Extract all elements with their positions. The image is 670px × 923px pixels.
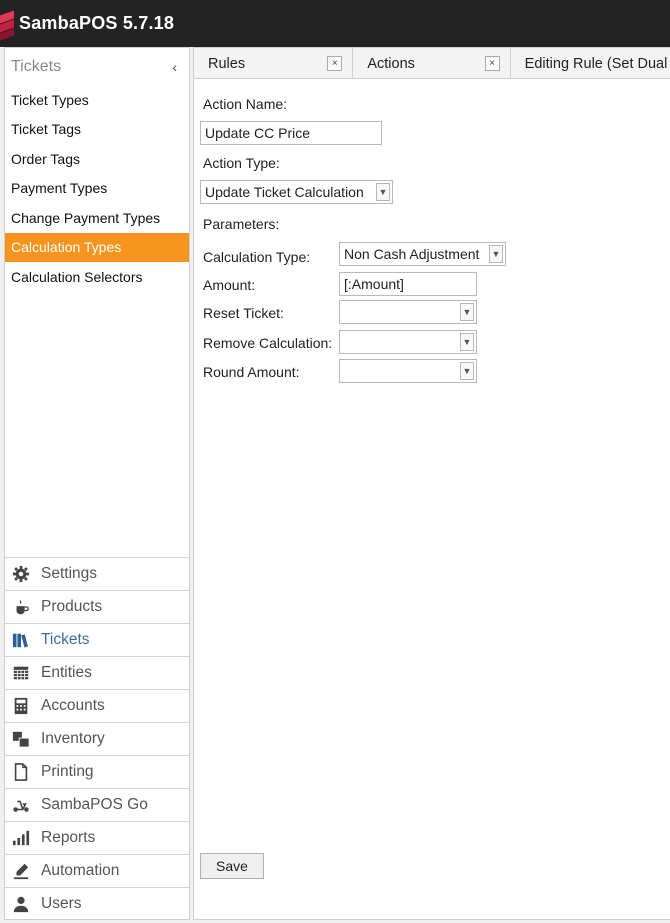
sidebar-item-payment-types[interactable]: Payment Types: [5, 174, 189, 204]
sidebar: Tickets ‹ Ticket Types Ticket Tags Order…: [4, 47, 190, 920]
collapse-chevron-icon[interactable]: ‹: [172, 59, 177, 75]
sidebar-item-ticket-tags[interactable]: Ticket Tags: [5, 115, 189, 145]
calculator-icon: [11, 696, 31, 716]
calculation-type-select[interactable]: Non Cash Adjustment ▼: [339, 242, 506, 266]
module-nav: Settings Products Tickets Entities Accou…: [5, 557, 189, 920]
tab-rules[interactable]: Rules ×: [194, 48, 354, 79]
app-title: SambaPOS 5.7.18: [19, 13, 175, 33]
amount-label: Amount:: [203, 277, 256, 293]
sidebar-item-calculation-types[interactable]: Calculation Types: [5, 232, 189, 262]
pencil-icon: [11, 861, 31, 881]
action-name-input[interactable]: Update CC Price: [200, 121, 382, 145]
nav-item-tickets[interactable]: Tickets: [5, 623, 189, 656]
sambapos-logo-icon: [0, 9, 17, 41]
nav-item-products[interactable]: Products: [5, 590, 189, 623]
nav-item-accounts[interactable]: Accounts: [5, 689, 189, 722]
calculation-type-label: Calculation Type:: [203, 249, 311, 265]
nav-label: Printing: [41, 763, 94, 780]
remove-calculation-select[interactable]: ▼: [339, 330, 477, 354]
nav-label: Settings: [41, 565, 98, 582]
round-amount-label: Round Amount:: [203, 364, 300, 380]
nav-item-automation[interactable]: Automation: [5, 854, 189, 887]
calculation-type-value: Non Cash Adjustment: [344, 246, 480, 262]
nav-label: Automation: [41, 862, 120, 879]
tab-editing-rule[interactable]: Editing Rule (Set Dual: [511, 48, 670, 79]
nav-label: Users: [41, 895, 82, 912]
nav-item-reports[interactable]: Reports: [5, 821, 189, 854]
close-icon[interactable]: ×: [484, 56, 500, 71]
tab-strip: Rules × Actions × Editing Rule (Set Dual: [194, 48, 670, 79]
nav-label: SambaPOS Go: [41, 796, 148, 813]
remove-calculation-label: Remove Calculation:: [203, 335, 333, 351]
save-button[interactable]: Save: [200, 853, 264, 879]
chevron-down-icon[interactable]: ▼: [460, 362, 474, 380]
sidebar-item-change-payment-types[interactable]: Change Payment Types: [5, 203, 189, 233]
nav-label: Entities: [41, 664, 92, 681]
boxes-icon: [11, 729, 31, 749]
user-icon: [11, 894, 31, 914]
nav-item-entities[interactable]: Entities: [5, 656, 189, 689]
scooter-icon: [11, 795, 31, 815]
tab-actions[interactable]: Actions ×: [353, 48, 511, 79]
reset-ticket-select[interactable]: ▼: [339, 300, 477, 324]
action-type-select[interactable]: Update Ticket Calculation ▼: [200, 180, 393, 204]
tab-label: Actions: [367, 55, 415, 72]
nav-label: Inventory: [41, 730, 105, 747]
reset-ticket-label: Reset Ticket:: [203, 305, 284, 321]
nav-label: Reports: [41, 829, 96, 846]
nav-item-users[interactable]: Users: [5, 887, 189, 920]
close-icon[interactable]: ×: [327, 56, 343, 71]
action-type-label: Action Type:: [203, 155, 280, 171]
amount-input[interactable]: [:Amount]: [339, 272, 477, 296]
action-name-label: Action Name:: [203, 96, 288, 112]
sidebar-header: Tickets ‹: [5, 48, 189, 85]
sidebar-header-title: Tickets: [11, 57, 62, 75]
bar-chart-icon: [11, 828, 31, 848]
nav-item-inventory[interactable]: Inventory: [5, 722, 189, 755]
nav-item-settings[interactable]: Settings: [5, 557, 189, 590]
gear-icon: [11, 564, 31, 584]
nav-label: Tickets: [41, 631, 90, 648]
action-type-value: Update Ticket Calculation: [205, 184, 364, 200]
coffee-cup-icon: [11, 597, 31, 617]
chevron-down-icon[interactable]: ▼: [489, 245, 503, 263]
chevron-down-icon[interactable]: ▼: [376, 183, 390, 201]
nav-item-printing[interactable]: Printing: [5, 755, 189, 788]
round-amount-select[interactable]: ▼: [339, 359, 477, 383]
sidebar-item-order-tags[interactable]: Order Tags: [5, 144, 189, 174]
nav-item-sambapos-go[interactable]: SambaPOS Go: [5, 788, 189, 821]
chevron-down-icon[interactable]: ▼: [460, 333, 474, 351]
table-grid-icon: [11, 663, 31, 683]
parameters-label: Parameters:: [203, 216, 280, 232]
sidebar-item-ticket-types[interactable]: Ticket Types: [5, 85, 189, 115]
tab-label: Editing Rule (Set Dual: [524, 55, 668, 72]
nav-label: Accounts: [41, 697, 105, 714]
nav-label: Products: [41, 598, 103, 615]
main-panel: Rules × Actions × Editing Rule (Set Dual…: [193, 47, 670, 920]
tab-label: Rules: [208, 55, 246, 72]
title-bar: SambaPOS 5.7.18: [0, 0, 670, 47]
document-icon: [11, 762, 31, 782]
sidebar-item-calculation-selectors[interactable]: Calculation Selectors: [5, 262, 189, 292]
chevron-down-icon[interactable]: ▼: [460, 303, 474, 321]
books-icon: [11, 630, 31, 650]
